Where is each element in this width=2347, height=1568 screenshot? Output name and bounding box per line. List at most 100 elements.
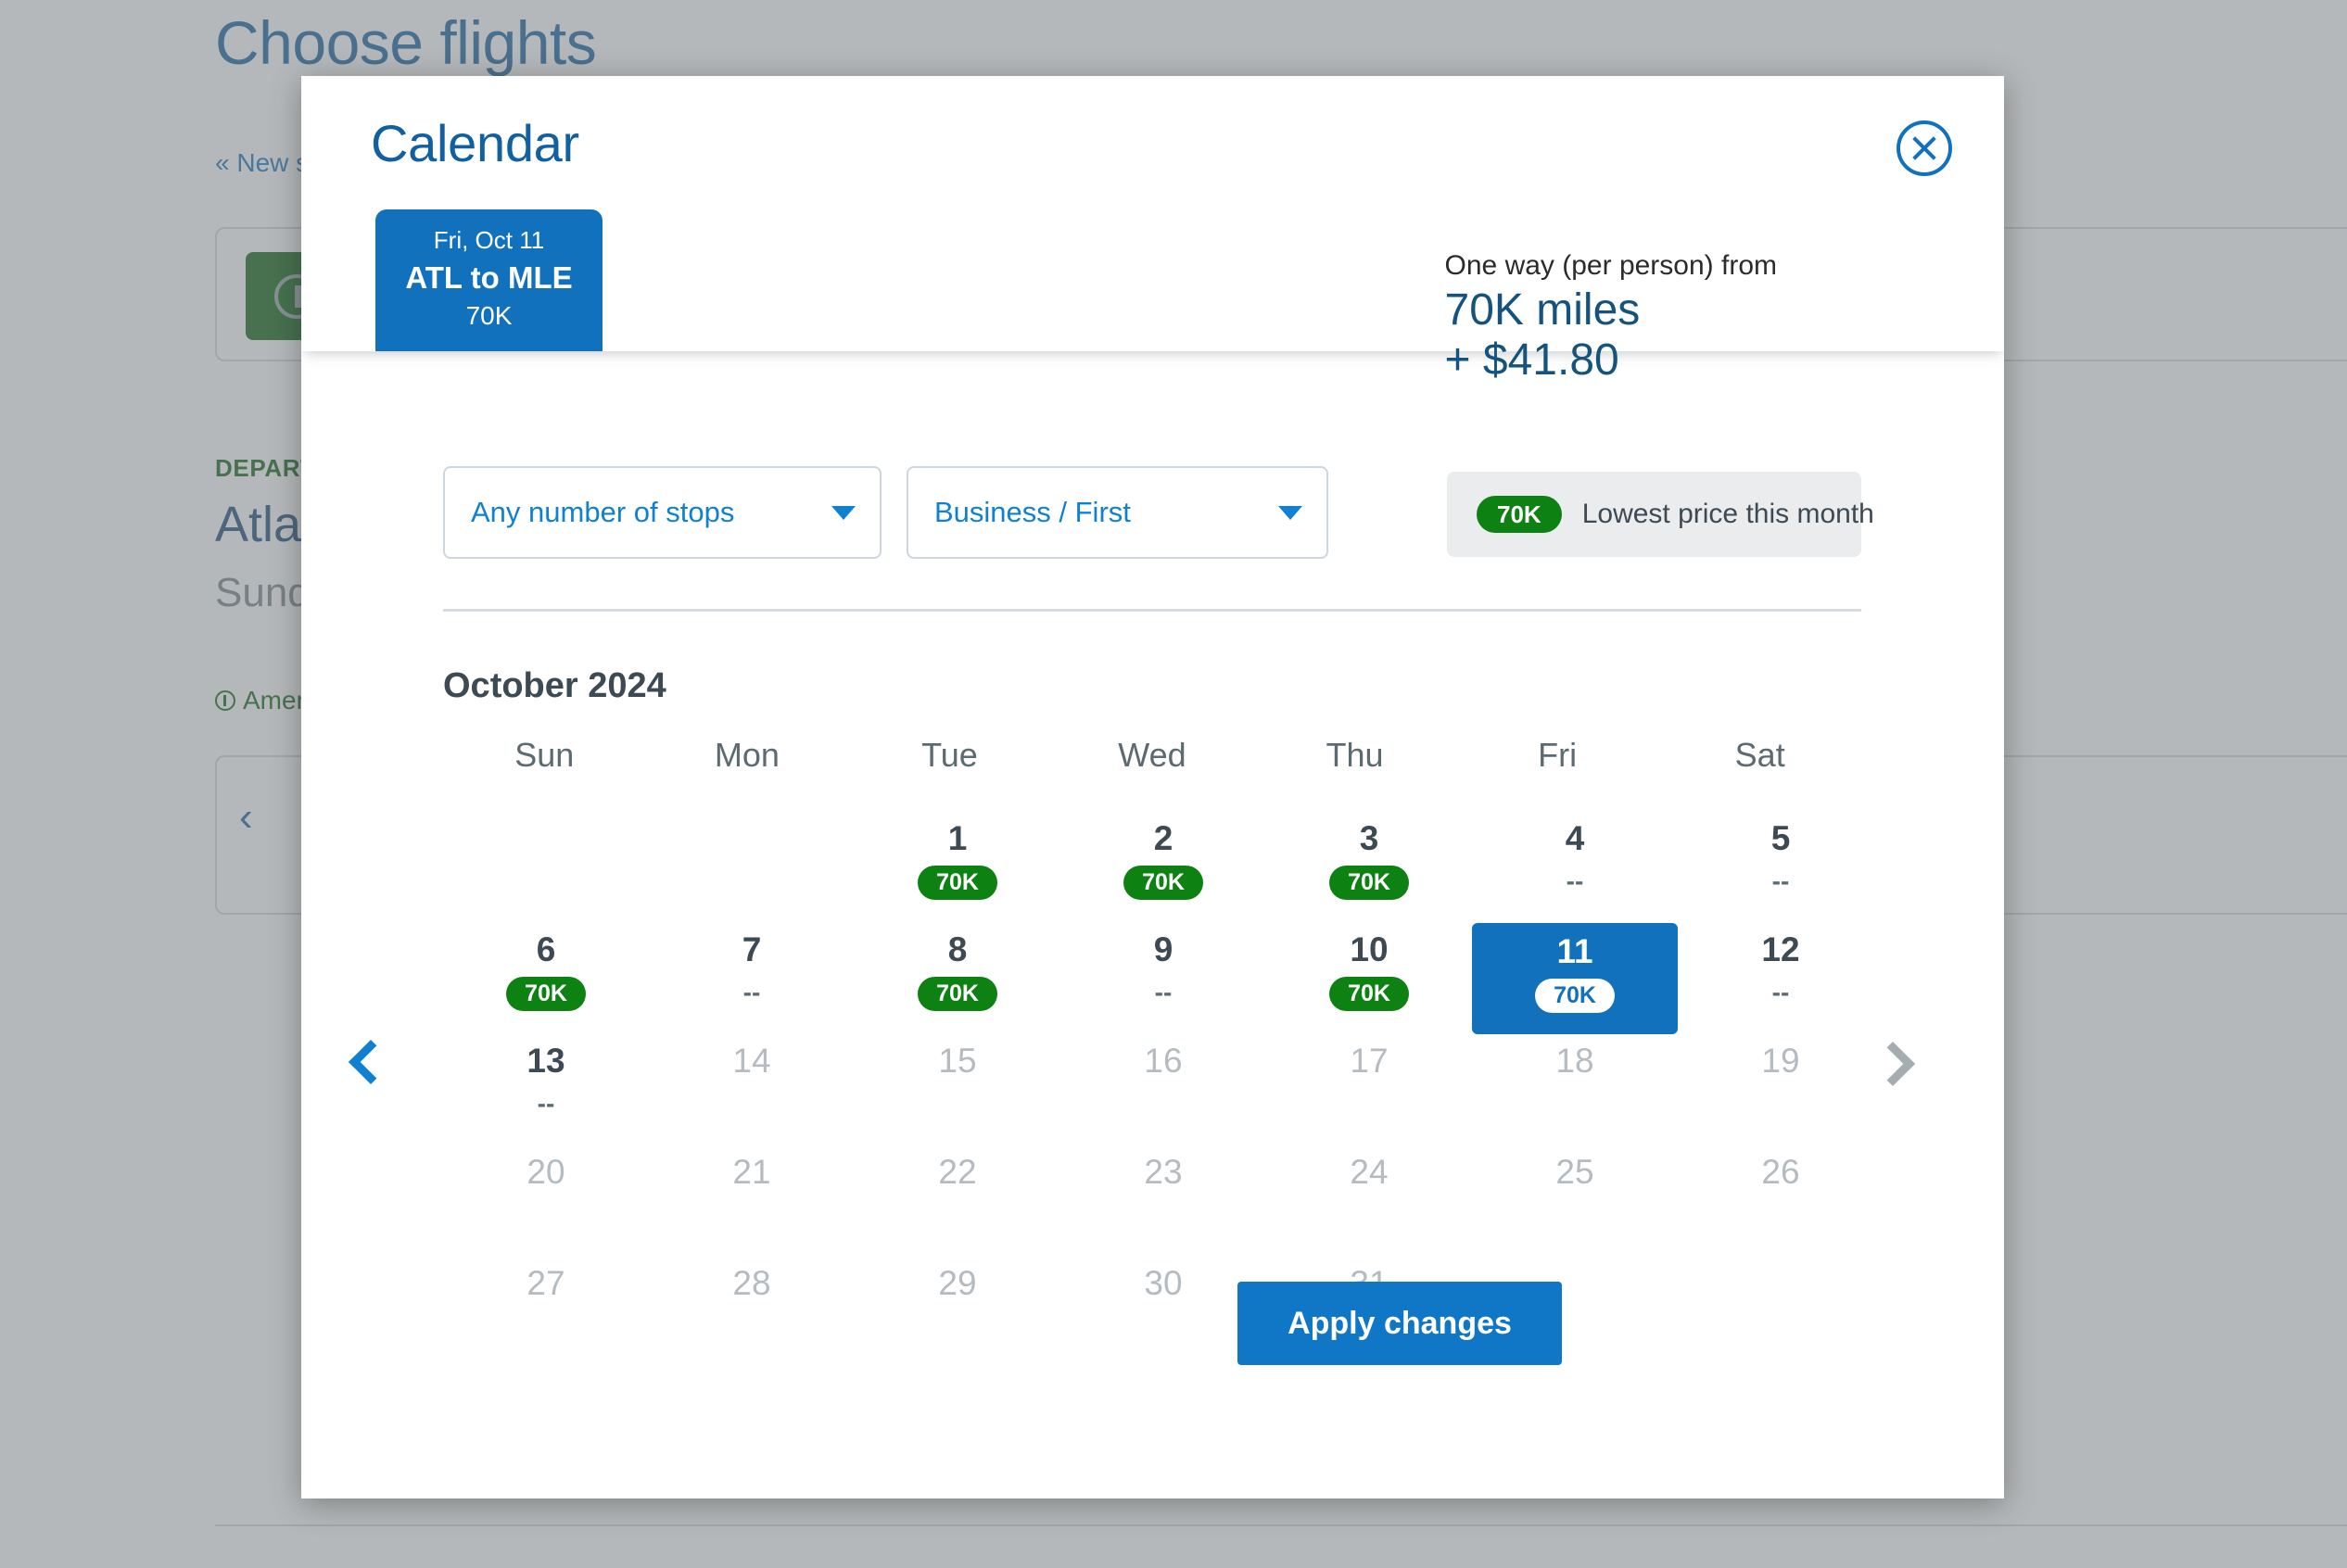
calendar-day-12[interactable]: 12 -- — [1678, 923, 1884, 1034]
calendar-day-number: 11 — [1556, 932, 1593, 970]
calendar-day-inner: 7 -- — [649, 923, 855, 1032]
calendar-day-number: 16 — [1144, 1042, 1183, 1080]
calendar-day-price-chip: 70K — [506, 977, 586, 1012]
calendar-weekday-sun: Sun — [514, 736, 575, 774]
flight-leg-tab[interactable]: Fri, Oct 11 ATL to MLE 70K — [375, 209, 603, 351]
calendar-day-inner: 5 -- — [1678, 812, 1884, 921]
calendar-day-inner: 4 -- — [1472, 812, 1678, 921]
calendar-day-inner: 29 — [855, 1257, 1060, 1366]
calendar-day-inner: 26 — [1678, 1145, 1884, 1255]
calendar-filters: Any number of stops Business / First 70K… — [443, 466, 1874, 561]
calendar-day-16: 16 — [1060, 1034, 1266, 1145]
calendar-day-number: 1 — [947, 819, 968, 857]
calendar-day-29: 29 — [855, 1257, 1060, 1368]
flight-leg-date: Fri, Oct 11 — [433, 226, 545, 254]
close-icon[interactable] — [1897, 120, 1952, 176]
price-summary: One way (per person) from 70K miles + $4… — [1445, 250, 1777, 386]
calendar-day-24: 24 — [1266, 1145, 1472, 1257]
calendar-day-13[interactable]: 13 -- — [443, 1034, 649, 1145]
calendar-day-inner: 25 — [1472, 1145, 1678, 1255]
calendar-day-no-price: -- — [537, 1089, 555, 1119]
apply-changes-button[interactable]: Apply changes — [1237, 1282, 1562, 1365]
calendar-day-30: 30 — [1060, 1257, 1266, 1368]
calendar-day-number: 19 — [1761, 1042, 1800, 1080]
calendar-day-number: 7 — [742, 930, 762, 968]
calendar-day-inner: 8 70K — [855, 923, 1060, 1032]
calendar-weekday-wed: Wed — [1118, 736, 1186, 774]
calendar-day-inner: 9 -- — [1060, 923, 1266, 1032]
calendar-day-8[interactable]: 8 70K — [855, 923, 1060, 1034]
calendar-day-inner: 20 — [443, 1145, 649, 1255]
chevron-left-icon[interactable] — [348, 1039, 394, 1085]
price-summary-cash: + $41.80 — [1444, 335, 1619, 385]
calendar-day-price-chip: 70K — [918, 866, 997, 901]
calendar-day-7[interactable]: 7 -- — [649, 923, 855, 1034]
calendar-day-inner: 16 — [1060, 1034, 1266, 1144]
calendar-day-inner: 1 70K — [855, 812, 1060, 921]
calendar-day-2[interactable]: 2 70K — [1060, 812, 1266, 923]
calendar-day-no-price: -- — [742, 978, 761, 1007]
calendar-day-price-chip: 70K — [1329, 866, 1409, 901]
price-summary-label: One way (per person) from — [1444, 250, 1777, 281]
calendar-day-number: 22 — [938, 1153, 977, 1191]
cabin-select[interactable]: Business / First — [907, 466, 1328, 559]
filters-divider — [443, 609, 1861, 612]
chevron-right-glyph — [1870, 1041, 1916, 1087]
calendar-day-26: 26 — [1678, 1145, 1884, 1257]
calendar-day-number: 21 — [732, 1153, 771, 1191]
calendar-day-inner: 2 70K — [1060, 812, 1266, 921]
calendar-day-number: 17 — [1350, 1042, 1389, 1080]
calendar-day-inner: 21 — [649, 1145, 855, 1255]
calendar-empty-cell — [649, 812, 855, 923]
calendar-day-5[interactable]: 5 -- — [1678, 812, 1884, 923]
calendar-day-19: 19 — [1678, 1034, 1884, 1145]
calendar-day-number: 4 — [1565, 819, 1585, 857]
lowest-price-chip: 70K — [1477, 495, 1562, 534]
calendar-day-3[interactable]: 3 70K — [1266, 812, 1472, 923]
calendar-day-6[interactable]: 6 70K — [443, 923, 649, 1034]
calendar-day-22: 22 — [855, 1145, 1060, 1257]
cabin-select-value: Business / First — [934, 496, 1131, 528]
calendar-weekday-mon: Mon — [714, 736, 780, 774]
calendar-day-inner: 18 — [1472, 1034, 1678, 1144]
calendar-day-1[interactable]: 1 70K — [855, 812, 1060, 923]
calendar-day-number: 8 — [947, 930, 968, 968]
stops-select-value: Any number of stops — [471, 496, 735, 528]
calendar-day-inner: 3 70K — [1266, 812, 1472, 921]
calendar-weekday-fri: Fri — [1538, 736, 1578, 774]
calendar-day-number: 26 — [1761, 1153, 1800, 1191]
calendar-day-21: 21 — [649, 1145, 855, 1257]
calendar-day-27: 27 — [443, 1257, 649, 1368]
calendar-day-inner: 19 — [1678, 1034, 1884, 1144]
calendar-day-number: 10 — [1350, 930, 1389, 968]
flight-leg-miles: 70K — [465, 301, 513, 330]
caret-down-icon — [1278, 505, 1302, 520]
calendar-day-inner: 22 — [855, 1145, 1060, 1255]
calendar-day-price-chip: 70K — [918, 977, 997, 1012]
calendar-day-number: 23 — [1144, 1153, 1183, 1191]
calendar-grid-wrapper: Sun Mon Tue Wed Thu Fri Sat 1 70K 2 70K 3 70K 4 -- 5 --… — [443, 736, 1861, 1368]
calendar-weekday-header-row: Sun Mon Tue Wed Thu Fri Sat — [443, 736, 1861, 812]
calendar-day-number: 25 — [1555, 1153, 1594, 1191]
calendar-day-4[interactable]: 4 -- — [1472, 812, 1678, 923]
lowest-price-legend: 70K Lowest price this month — [1447, 472, 1874, 557]
chevron-left-glyph — [348, 1039, 394, 1085]
calendar-day-number: 5 — [1770, 819, 1791, 857]
calendar-modal-title: Calendar — [371, 114, 579, 172]
calendar-day-number: 24 — [1350, 1153, 1389, 1191]
calendar-day-inner: 27 — [443, 1257, 649, 1366]
stops-select[interactable]: Any number of stops — [443, 466, 882, 559]
calendar-day-number: 9 — [1153, 930, 1174, 968]
calendar-day-no-price: -- — [1566, 866, 1584, 896]
calendar-day-inner: 30 — [1060, 1257, 1266, 1366]
calendar-day-11[interactable]: 11 70K — [1472, 923, 1678, 1034]
calendar-day-inner: 11 70K — [1472, 923, 1678, 1034]
calendar-day-9[interactable]: 9 -- — [1060, 923, 1266, 1034]
chevron-right-icon[interactable] — [1870, 1041, 1916, 1087]
calendar-day-number: 20 — [526, 1153, 565, 1191]
calendar-day-number: 30 — [1144, 1264, 1183, 1302]
calendar-day-10[interactable]: 10 70K — [1266, 923, 1472, 1034]
calendar-day-number: 6 — [536, 930, 556, 968]
calendar-day-inner: 23 — [1060, 1145, 1266, 1255]
lowest-price-legend-label: Lowest price this month — [1581, 499, 1874, 529]
